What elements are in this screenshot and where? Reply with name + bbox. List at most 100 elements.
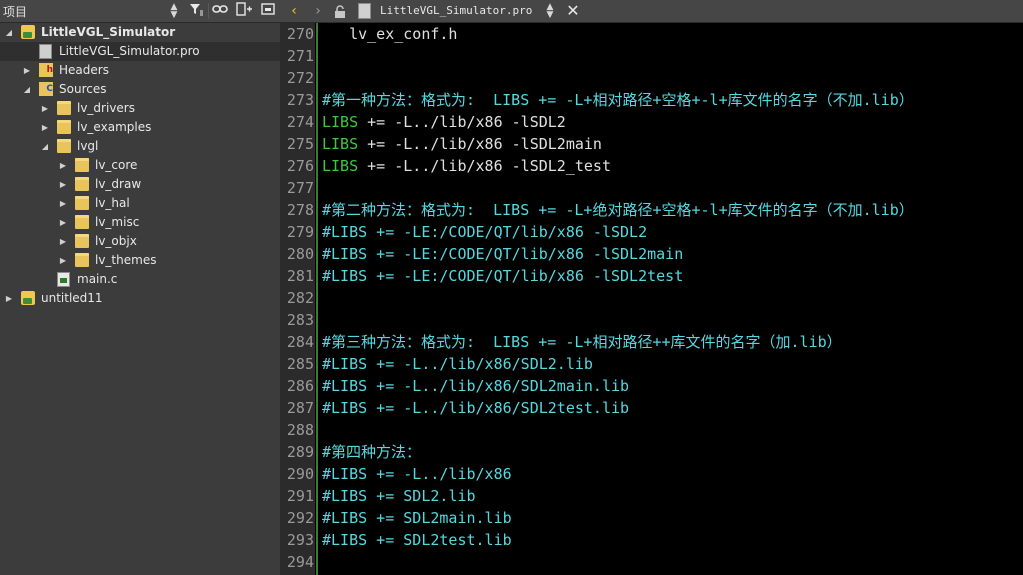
collapse-arrow-icon[interactable]: ▶ — [58, 251, 68, 270]
line-number: 273 — [286, 91, 314, 109]
code-line[interactable]: #LIBS += -L../lib/x86/SDL2.lib — [322, 353, 593, 375]
code-line[interactable]: #第一种方法：格式为: LIBS += -L+相对路径+空格+-l+库文件的名字… — [322, 89, 914, 111]
code-line[interactable]: #第三种方法：格式为: LIBS += -L+相对路径++库文件的名字（加.li… — [322, 331, 842, 353]
folder-icon — [75, 215, 89, 229]
keyword-token: LIBS — [322, 157, 359, 175]
code-line[interactable]: #LIBS += -LE:/CODE/QT/lib/x86 -lSDL2 — [322, 221, 647, 243]
line-number: 277 — [286, 179, 314, 197]
collapse-arrow-icon[interactable]: ▶ — [4, 289, 14, 308]
code-line[interactable]: #LIBS += -L../lib/x86/SDL2test.lib — [322, 397, 629, 419]
code-line[interactable]: #LIBS += -LE:/CODE/QT/lib/x86 -lSDL2main — [322, 243, 683, 265]
tree-item[interactable]: ◢ Sources — [0, 80, 280, 99]
line-number: 284 — [286, 333, 314, 351]
line-number: 280 — [286, 245, 314, 263]
code-line[interactable]: lv_ex_conf.h — [322, 23, 457, 45]
sources-folder-icon — [39, 80, 53, 99]
tree-item[interactable]: main.c — [0, 270, 280, 289]
line-number: 292 — [286, 509, 314, 527]
collapse-arrow-icon[interactable]: ▶ — [58, 232, 68, 251]
tree-item-label: lv_draw — [95, 177, 142, 191]
document-icon — [358, 3, 371, 19]
project-pane: 项目 ▲ ▼ ◢ LittleVGL_Simulator LittleVGL_Simu… — [0, 0, 280, 575]
code-line[interactable]: #LIBS += -L../lib/x86 — [322, 463, 512, 485]
collapse-arrow-icon[interactable]: ▶ — [58, 213, 68, 232]
expand-arrow-icon[interactable]: ◢ — [40, 137, 50, 156]
code-line[interactable]: #第二种方法：格式为: LIBS += -L+绝对路径+空格+-l+库文件的名字… — [322, 199, 914, 221]
line-number: 272 — [286, 69, 314, 87]
open-file-selector[interactable]: LittleVGL_Simulator.pro — [380, 0, 532, 22]
tree-item[interactable]: ▶ lv_draw — [0, 175, 280, 194]
file-selector-arrow-icon[interactable]: ▲ ▼ — [544, 3, 556, 20]
code-line[interactable]: #LIBS += SDL2.lib — [322, 485, 476, 507]
collapse-arrow-icon[interactable]: ▶ — [58, 175, 68, 194]
project-icon — [21, 25, 35, 39]
code-line[interactable]: LIBS += -L../lib/x86 -lSDL2_test — [322, 155, 611, 177]
link-icon[interactable] — [210, 2, 230, 20]
tree-item[interactable]: LittleVGL_Simulator.pro — [0, 42, 280, 61]
editor-toolbar: ‹ › LittleVGL_Simulator.pro ▲ ▼ ✕ — [280, 0, 1023, 23]
collapse-arrow-icon[interactable]: ▶ — [58, 194, 68, 213]
line-number: 285 — [286, 355, 314, 373]
tree-item[interactable]: ▶ lv_misc — [0, 213, 280, 232]
code-token: += -L../lib/x86 -lSDL2 — [358, 113, 566, 131]
tree-item[interactable]: ▶ Headers — [0, 61, 280, 80]
tree-item[interactable]: ▶ lv_drivers — [0, 99, 280, 118]
tree-item-label: untitled11 — [41, 291, 103, 305]
tree-item-label: lv_themes — [95, 253, 157, 267]
folder-icon — [57, 139, 71, 153]
close-document-icon[interactable]: ✕ — [564, 1, 582, 21]
line-number: 289 — [286, 443, 314, 461]
tree-item-label: lv_drivers — [77, 101, 135, 115]
line-number: 291 — [286, 487, 314, 505]
expand-arrow-icon[interactable]: ◢ — [4, 23, 14, 42]
navigate-forward-icon[interactable]: › — [308, 1, 328, 21]
code-line[interactable]: LIBS += -L../lib/x86 -lSDL2 — [322, 111, 566, 133]
tree-item[interactable]: ▶ untitled11 — [0, 289, 280, 308]
folder-icon — [75, 234, 89, 248]
keyword-token: LIBS — [322, 113, 359, 131]
line-number: 274 — [286, 113, 314, 131]
close-pane-icon[interactable] — [258, 2, 278, 20]
line-number: 290 — [286, 465, 314, 483]
tree-item-label: lv_examples — [77, 120, 152, 134]
code-token: += -L../lib/x86 -lSDL2_test — [358, 157, 611, 175]
tree-item[interactable]: ◢ lvgl — [0, 137, 280, 156]
code-line[interactable]: #LIBS += SDL2main.lib — [322, 507, 512, 529]
line-number: 275 — [286, 135, 314, 153]
line-number: 276 — [286, 157, 314, 175]
c-file-icon — [57, 272, 70, 287]
tree-item[interactable]: ▶ lv_themes — [0, 251, 280, 270]
tree-item[interactable]: ▶ lv_objx — [0, 232, 280, 251]
line-number: 281 — [286, 267, 314, 285]
code-line[interactable]: #LIBS += -L../lib/x86/SDL2main.lib — [322, 375, 629, 397]
code-token: += -L../lib/x86 -lSDL2main — [358, 135, 602, 153]
tree-item[interactable]: ▶ lv_examples — [0, 118, 280, 137]
tree-item[interactable]: ▶ lv_hal — [0, 194, 280, 213]
code-line[interactable]: LIBS += -L../lib/x86 -lSDL2main — [322, 133, 602, 155]
code-line[interactable]: #LIBS += SDL2test.lib — [322, 529, 512, 551]
collapse-arrow-icon[interactable]: ▶ — [22, 61, 32, 80]
code-line[interactable]: #第四种方法： — [322, 441, 421, 463]
line-number: 293 — [286, 531, 314, 549]
collapse-arrow-icon[interactable]: ▶ — [40, 118, 50, 137]
tree-item-label: Headers — [59, 63, 109, 77]
expand-arrow-icon[interactable]: ◢ — [22, 80, 32, 99]
tree-item[interactable]: ◢ LittleVGL_Simulator — [0, 23, 280, 42]
line-number: 286 — [286, 377, 314, 395]
lock-icon[interactable] — [334, 4, 346, 18]
line-number: 283 — [286, 311, 314, 329]
filter-icon[interactable] — [186, 2, 206, 20]
tree-item-label: lv_core — [95, 158, 138, 172]
tree-item[interactable]: ▶ lv_core — [0, 156, 280, 175]
tree-item-label: lv_hal — [95, 196, 130, 210]
split-icon[interactable] — [234, 2, 254, 20]
collapse-arrow-icon[interactable]: ▶ — [58, 156, 68, 175]
line-number: 270 — [286, 25, 314, 43]
tree-item-label: lv_objx — [95, 234, 137, 248]
navigate-back-icon[interactable]: ‹ — [284, 1, 304, 21]
collapse-arrow-icon[interactable]: ▶ — [40, 99, 50, 118]
view-combo-arrow-icon[interactable]: ▲ ▼ — [168, 3, 180, 20]
code-line[interactable]: #LIBS += -LE:/CODE/QT/lib/x86 -lSDL2test — [322, 265, 683, 287]
folder-icon — [57, 120, 71, 134]
folder-icon — [75, 158, 89, 172]
